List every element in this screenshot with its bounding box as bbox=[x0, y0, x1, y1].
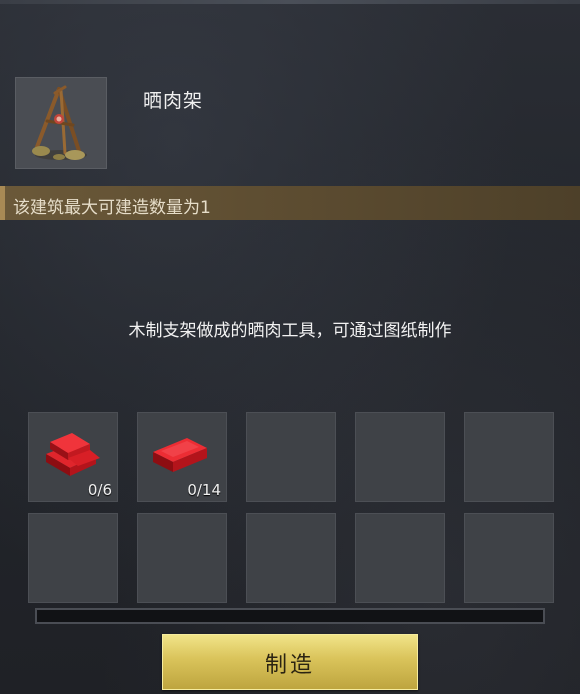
red-ingot-stack-icon bbox=[46, 433, 100, 476]
build-limit-text: 该建筑最大可建造数量为1 bbox=[13, 198, 211, 218]
crafting-panel: 晒肉架 该建筑最大可建造数量为1 木制支架做成的晒肉工具，可通过图纸制作 0/6 bbox=[0, 0, 580, 694]
material-count: 0/6 bbox=[87, 481, 112, 499]
material-slot[interactable]: 0/14 bbox=[137, 412, 227, 502]
item-icon-frame bbox=[15, 77, 107, 169]
top-divider bbox=[0, 0, 580, 4]
empty-material-slot[interactable] bbox=[246, 513, 336, 603]
empty-material-slot[interactable] bbox=[355, 513, 445, 603]
material-slot[interactable]: 0/6 bbox=[28, 412, 118, 502]
material-count: 0/14 bbox=[187, 481, 221, 499]
craft-progress-bar bbox=[35, 608, 545, 624]
empty-material-slot[interactable] bbox=[355, 412, 445, 502]
item-description: 木制支架做成的晒肉工具，可通过图纸制作 bbox=[128, 321, 452, 341]
empty-material-slot[interactable] bbox=[246, 412, 336, 502]
banner-accent bbox=[0, 186, 5, 220]
red-ingot-icon bbox=[153, 438, 207, 472]
empty-material-slot[interactable] bbox=[464, 412, 554, 502]
empty-material-slot[interactable] bbox=[137, 513, 227, 603]
meat-drying-rack-icon bbox=[32, 85, 87, 160]
empty-material-slot[interactable] bbox=[28, 513, 118, 603]
craft-button-label: 制造 bbox=[264, 653, 315, 678]
craft-button[interactable]: 制造 bbox=[162, 634, 418, 690]
empty-material-slot[interactable] bbox=[464, 513, 554, 603]
item-name: 晒肉架 bbox=[143, 90, 204, 112]
build-limit-banner: 该建筑最大可建造数量为1 bbox=[0, 186, 580, 220]
